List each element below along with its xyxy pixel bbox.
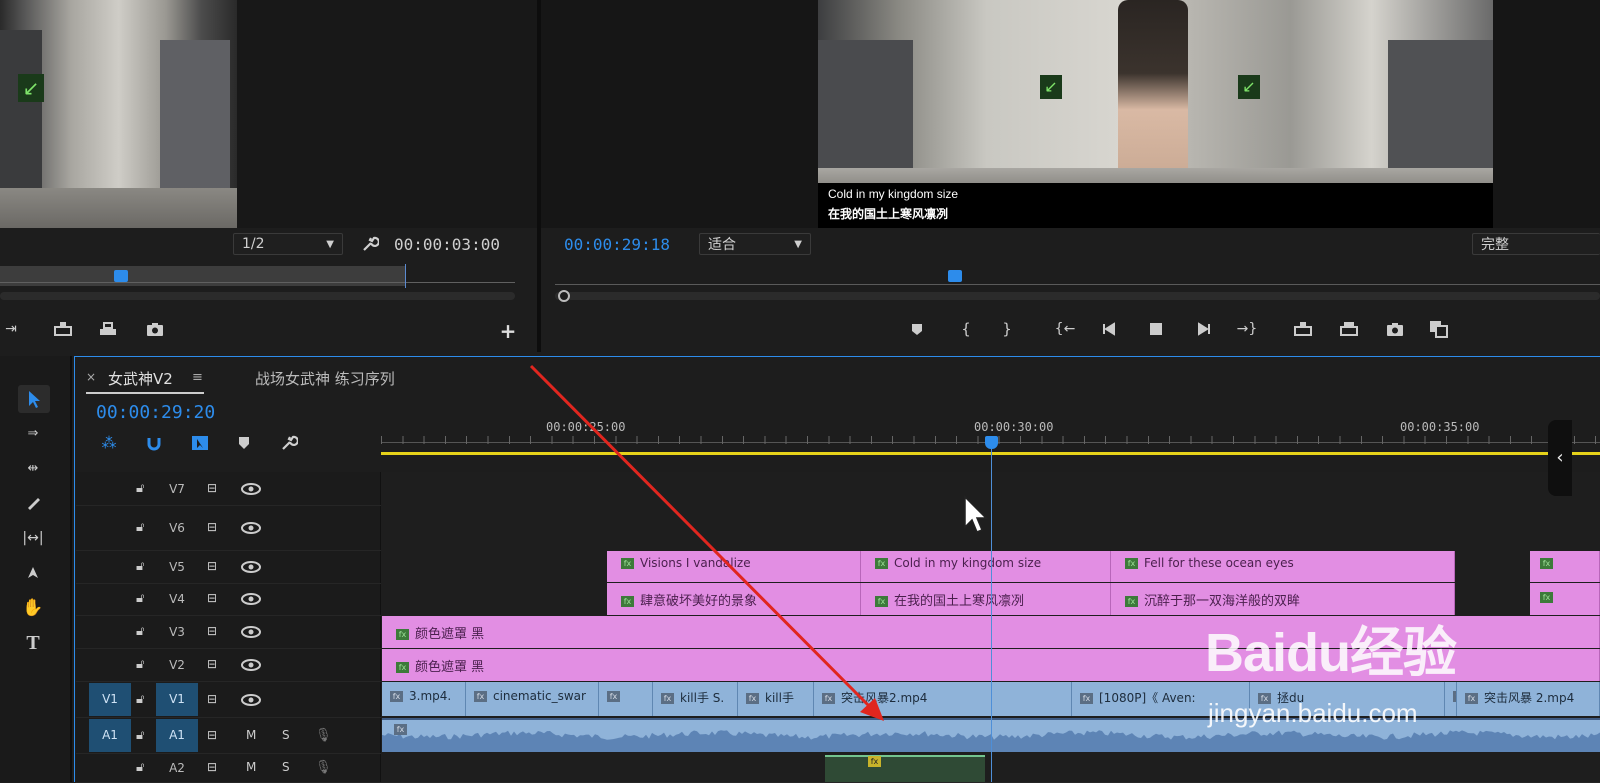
baidu-watermark-logo: Baidu经验 bbox=[1205, 608, 1457, 687]
watermark-url: jingyan.baidu.com bbox=[1208, 698, 1418, 728]
watermark-brand: Baidu经验 bbox=[1205, 623, 1457, 683]
